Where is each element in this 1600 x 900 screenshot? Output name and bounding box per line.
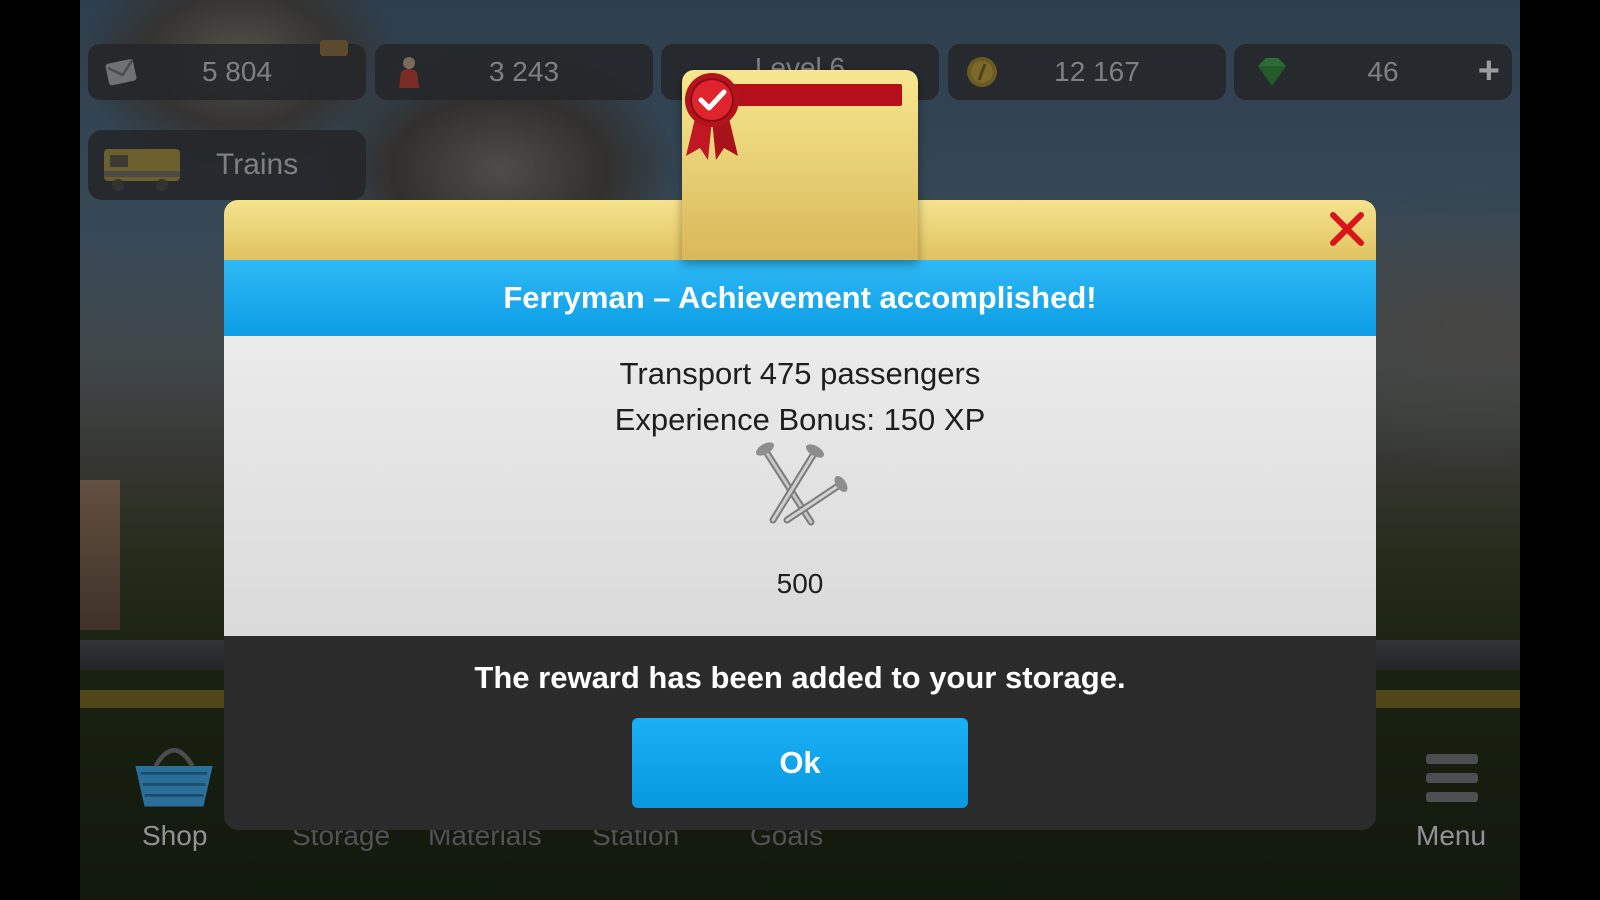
coins-value: 12 167: [1054, 56, 1140, 87]
gem-icon: [1258, 58, 1286, 86]
nav-menu[interactable]: Menu: [1416, 820, 1486, 852]
nails-icon: [755, 442, 848, 526]
badge-red-banner: [732, 84, 902, 106]
shop-basket-icon[interactable]: [128, 740, 220, 814]
trains-button[interactable]: Trains: [88, 130, 366, 200]
menu-icon[interactable]: [1422, 748, 1482, 808]
ok-button[interactable]: Ok: [632, 718, 968, 808]
close-icon[interactable]: [1328, 210, 1366, 248]
dialog-title: Ferryman – Achievement accomplished!: [224, 260, 1376, 336]
passenger-icon: [399, 57, 419, 88]
add-gems-button[interactable]: +: [1478, 50, 1500, 93]
nav-shop[interactable]: Shop: [142, 820, 207, 852]
reward-message: The reward has been added to your storag…: [474, 660, 1126, 695]
dialog-footer: The reward has been added to your storag…: [224, 636, 1376, 830]
trains-label: Trains: [216, 148, 299, 181]
reward-quantity: 500: [776, 568, 824, 599]
mail-icon: [105, 58, 137, 86]
train-icon: [104, 149, 180, 191]
award-seal-icon: [685, 73, 739, 160]
achievement-task: Transport 475 passengers: [619, 356, 981, 391]
mail-counter[interactable]: 5 804: [88, 40, 366, 100]
passengers-counter[interactable]: 3 243: [375, 44, 653, 100]
passengers-value: 3 243: [488, 56, 560, 87]
gems-counter[interactable]: 46 +: [1234, 44, 1512, 100]
experience-bonus: Experience Bonus: 150 XP: [614, 402, 986, 437]
achievement-badge: [682, 70, 918, 260]
mail-value: 5 804: [201, 56, 273, 87]
coins-counter[interactable]: 12 167: [948, 44, 1226, 100]
achievement-dialog: Ferryman – Achievement accomplished! Tra…: [224, 200, 1376, 830]
dialog-body: Transport 475 passengers Experience Bonu…: [224, 336, 1376, 636]
gems-value: 46: [1367, 56, 1399, 87]
chest-icon: [320, 40, 348, 56]
coin-icon: [967, 57, 997, 87]
